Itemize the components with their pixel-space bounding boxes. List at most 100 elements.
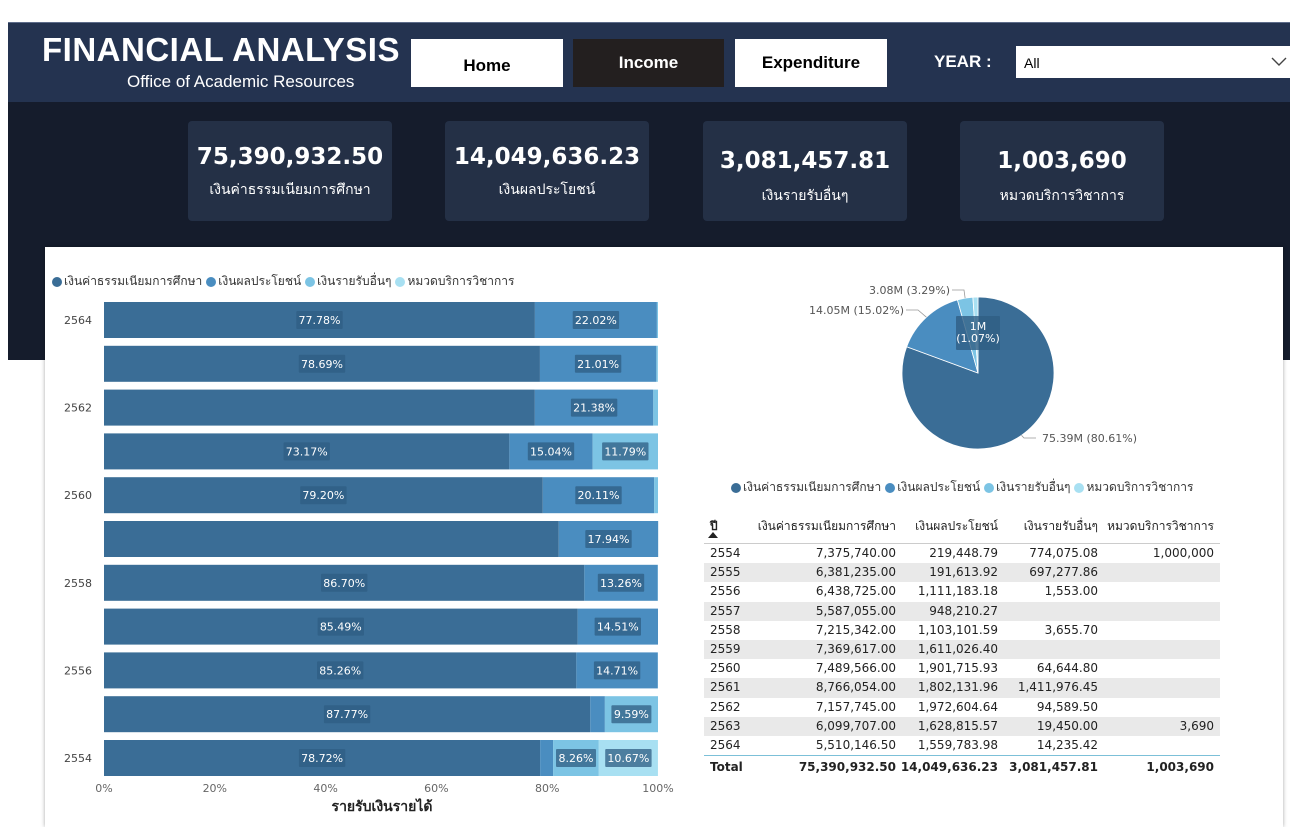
table-cell: 6,438,725.00 xyxy=(815,584,896,599)
pie-chart[interactable]: 75.39M (80.61%) 14.05M (15.02%) 3.08M (3.2… xyxy=(790,275,1170,460)
column-header-tuition[interactable]: เงินค่าธรรมเนียมการศึกษา xyxy=(758,517,896,536)
expenditure-button[interactable]: Expenditure xyxy=(735,39,887,87)
column-header-other-income[interactable]: เงินรายรับอื่นๆ xyxy=(1024,517,1098,536)
pie-leader-line xyxy=(952,289,966,299)
pie-chart-legend: เงินค่าธรรมเนียมการศึกษา เงินผลประโยชน์ … xyxy=(731,478,1197,497)
x-axis-title: รายรับเงินรายได้ xyxy=(332,797,433,815)
pie-data-label: 75.39M (80.61%) xyxy=(1042,432,1137,445)
table-cell: 5,510,146.50 xyxy=(815,737,896,752)
table-cell: 697,277.86 xyxy=(1029,565,1098,580)
table-cell: 1,553.00 xyxy=(1044,584,1098,599)
data-label: 77.78% xyxy=(299,314,341,327)
y-tick-label: 2554 xyxy=(64,752,92,765)
x-tick-label: 60% xyxy=(424,782,448,795)
table-total-row: Total 75,390,932.50 14,049,636.23 3,081,… xyxy=(704,755,1220,777)
y-tick-label: 2558 xyxy=(64,577,92,590)
table-cell: 14,235.42 xyxy=(1036,737,1098,752)
data-label: 14.71% xyxy=(596,664,638,677)
data-label: 10.67% xyxy=(607,752,649,765)
legend-item[interactable]: เงินรายรับอื่นๆ xyxy=(984,478,1070,497)
table-cell: 1,972,604.64 xyxy=(917,699,998,714)
table-cell: 2558 xyxy=(710,622,741,637)
pie-data-label: (1.07%) xyxy=(956,332,1000,345)
column-header-benefits[interactable]: เงินผลประโยชน์ xyxy=(915,517,998,536)
chevron-down-icon[interactable] xyxy=(1268,50,1290,72)
table-row: 2556 6,438,725.00 1,111,183.18 1,553.00 xyxy=(704,582,1220,601)
data-label: 78.69% xyxy=(301,358,343,371)
y-tick-label: 2564 xyxy=(64,314,92,327)
year-selected-value: All xyxy=(1024,55,1040,71)
table-row: 2564 5,510,146.50 1,559,783.98 14,235.42 xyxy=(704,736,1220,755)
table-cell: 2560 xyxy=(710,661,741,676)
x-tick-label: 100% xyxy=(642,782,673,795)
table-row: 2563 6,099,707.00 1,628,815.57 19,450.00 3,6… xyxy=(704,716,1220,736)
table-cell: 948,210.27 xyxy=(929,603,998,618)
table-cell: 7,375,740.00 xyxy=(815,546,896,560)
income-table: ปี เงินค่าธรรมเนียมการศึกษา เงินผลประโยช… xyxy=(704,512,1220,777)
y-tick-label: 2556 xyxy=(64,664,92,677)
data-label: 22.02% xyxy=(575,314,617,327)
sort-ascending-icon[interactable] xyxy=(708,532,718,538)
table-cell: Total xyxy=(710,760,743,775)
data-label: 85.49% xyxy=(320,621,362,634)
legend-label: เงินรายรับอื่นๆ xyxy=(996,480,1071,494)
legend-dot-icon xyxy=(885,482,896,493)
pie-data-label: 3.08M (3.29%) xyxy=(869,284,950,297)
table-cell: 14,049,636.23 xyxy=(900,760,998,775)
legend-item[interactable]: เงินผลประโยชน์ xyxy=(885,478,980,497)
stacked-bar-chart[interactable]: 77.78% 22.02% 78.69% 21.01% 21.38% 73.17% 15.0… xyxy=(0,0,700,827)
table-row: 2557 5,587,055.00 948,210.27 xyxy=(704,601,1220,621)
table-cell: 7,489,566.00 xyxy=(815,661,896,676)
bar-segment[interactable] xyxy=(590,696,605,733)
table-cell: 219,448.79 xyxy=(929,546,998,560)
table-cell: 1,000,000 xyxy=(1152,546,1214,560)
table-cell: 3,655.70 xyxy=(1044,622,1098,637)
table-cell: 6,099,707.00 xyxy=(815,718,896,733)
table-cell: 1,003,690 xyxy=(1146,760,1214,775)
column-header-academic-services[interactable]: หมวดบริการวิชาการ xyxy=(1107,517,1214,536)
legend-item[interactable]: เงินค่าธรรมเนียมการศึกษา xyxy=(731,478,881,497)
year-dropdown[interactable]: All xyxy=(1016,46,1290,78)
legend-label: หมวดบริการวิชาการ xyxy=(1086,480,1194,494)
data-label: 86.70% xyxy=(323,577,365,590)
pie-leader-line xyxy=(1021,435,1036,439)
table-cell: 2556 xyxy=(710,584,741,599)
table-cell: 2559 xyxy=(710,641,741,656)
table-cell: 1,103,101.59 xyxy=(917,622,998,637)
table-cell: 6,381,235.00 xyxy=(815,565,896,580)
table-cell: 3,690 xyxy=(1179,718,1214,733)
bar-segment[interactable] xyxy=(654,477,658,514)
kpi-label: หมวดบริการวิชาการ xyxy=(999,188,1125,204)
bar-segment[interactable] xyxy=(656,302,658,338)
table-row: 2562 7,157,745.00 1,972,604.64 94,589.50 xyxy=(704,698,1220,717)
table-cell: 7,215,342.00 xyxy=(815,622,896,637)
bar-segment[interactable] xyxy=(540,740,554,776)
bar-segment[interactable] xyxy=(656,345,658,382)
table-cell: 7,369,617.00 xyxy=(815,641,896,656)
x-tick-label: 40% xyxy=(313,782,337,795)
table-cell: 19,450.00 xyxy=(1036,718,1098,733)
table-row: 2555 6,381,235.00 191,613.92 697,277.86 xyxy=(704,563,1220,583)
table-cell: 2555 xyxy=(710,565,741,580)
table-cell: 1,559,783.98 xyxy=(917,737,998,752)
data-label: 9.59% xyxy=(614,708,649,721)
bar-segment[interactable] xyxy=(104,389,535,426)
table-cell: 5,587,055.00 xyxy=(815,603,896,618)
data-label: 13.26% xyxy=(600,577,642,590)
bar-segment[interactable] xyxy=(653,389,658,426)
bar-segment[interactable] xyxy=(104,521,559,557)
legend-dot-icon xyxy=(984,482,995,493)
table-cell: 2562 xyxy=(710,699,741,714)
data-label: 15.04% xyxy=(530,445,572,458)
kpi-card-academic-services: 1,003,690 หมวดบริการวิชาการ xyxy=(960,121,1164,221)
table-cell: 1,611,026.40 xyxy=(917,641,998,656)
year-label: YEAR : xyxy=(934,52,992,71)
legend-item[interactable]: หมวดบริการวิชาการ xyxy=(1074,478,1193,497)
data-label: 20.11% xyxy=(578,489,620,502)
table-cell: 2557 xyxy=(710,603,741,618)
data-label: 21.01% xyxy=(577,358,619,371)
table-header: ปี เงินค่าธรรมเนียมการศึกษา เงินผลประโยช… xyxy=(704,512,1220,544)
legend-label: เงินผลประโยชน์ xyxy=(897,480,981,494)
table-cell: 1,411,976.45 xyxy=(1017,680,1098,695)
kpi-value: 3,081,457.81 xyxy=(719,148,891,174)
